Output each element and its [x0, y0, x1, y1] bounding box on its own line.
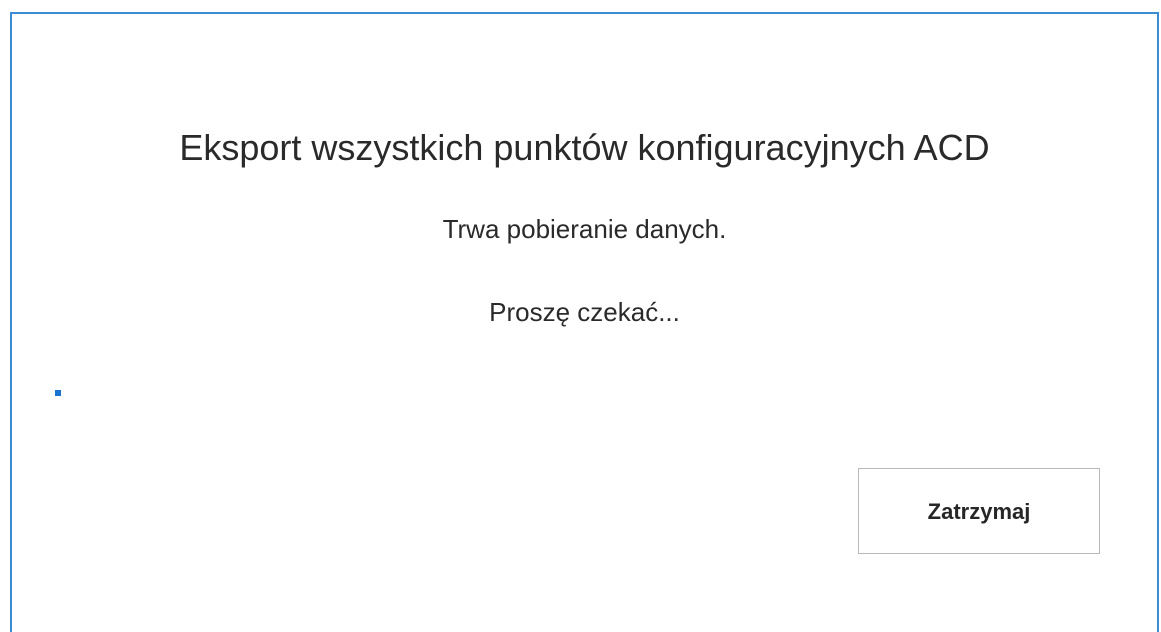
- stop-button[interactable]: Zatrzymaj: [858, 468, 1100, 554]
- export-progress-dialog: Eksport wszystkich punktów konfiguracyjn…: [10, 12, 1159, 632]
- status-text-wait: Proszę czekać...: [489, 297, 680, 327]
- status-text-loading: Trwa pobieranie danych.: [442, 214, 727, 244]
- progress-indicator: [55, 390, 61, 396]
- dialog-title: Eksport wszystkich punktów konfiguracyjn…: [179, 127, 990, 168]
